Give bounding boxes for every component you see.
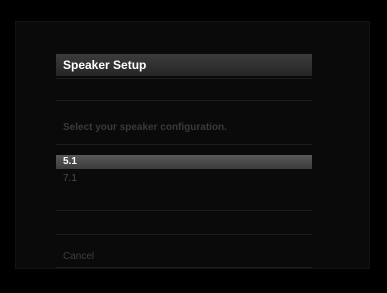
divider bbox=[56, 267, 312, 268]
divider bbox=[56, 100, 312, 101]
dialog-title: Speaker Setup bbox=[63, 58, 147, 72]
divider bbox=[56, 78, 312, 79]
option-7-1[interactable]: 7.1 bbox=[56, 172, 312, 186]
cancel-button[interactable]: Cancel bbox=[56, 250, 312, 264]
divider bbox=[56, 210, 312, 211]
speaker-setup-screen: Speaker Setup Select your speaker config… bbox=[0, 0, 387, 293]
divider bbox=[56, 234, 312, 235]
option-5-1[interactable]: 5.1 bbox=[56, 155, 312, 169]
divider bbox=[56, 144, 312, 145]
prompt-text: Select your speaker configuration. bbox=[63, 122, 227, 133]
